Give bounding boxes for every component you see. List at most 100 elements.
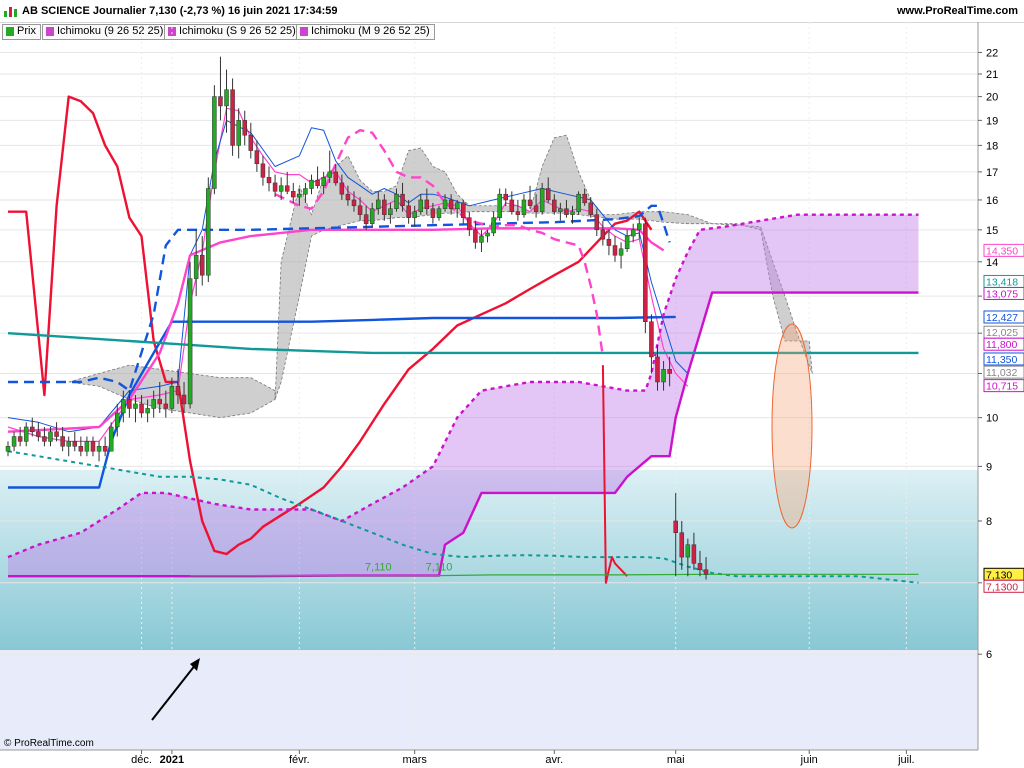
candle bbox=[272, 182, 278, 192]
candle bbox=[467, 217, 472, 231]
candle bbox=[643, 223, 648, 322]
x-tick-label: mai bbox=[667, 754, 685, 766]
copyright: © ProRealTime.com bbox=[4, 738, 94, 749]
y-tick-label: 19 bbox=[986, 115, 998, 127]
candle bbox=[297, 193, 302, 198]
price-label: 11,800 bbox=[986, 339, 1017, 351]
price-label: 14,350 bbox=[986, 245, 1018, 257]
annotation-ellipse[interactable] bbox=[771, 323, 813, 529]
candle bbox=[685, 544, 691, 558]
candle bbox=[11, 436, 17, 447]
candle bbox=[533, 205, 539, 212]
y-tick-label: 18 bbox=[986, 140, 998, 152]
candle bbox=[661, 369, 666, 383]
x-tick-label: juin bbox=[800, 754, 818, 766]
candle bbox=[491, 217, 496, 234]
candle bbox=[357, 205, 363, 215]
candle bbox=[509, 199, 515, 212]
y-tick-label: 14 bbox=[986, 257, 998, 269]
candle bbox=[309, 179, 314, 189]
chart-icon bbox=[4, 7, 17, 17]
candle bbox=[594, 214, 600, 231]
price-label: 7,1300 bbox=[986, 581, 1018, 593]
candle bbox=[394, 193, 399, 209]
lower-zone-background bbox=[0, 650, 978, 750]
candle bbox=[679, 532, 685, 558]
candle bbox=[139, 403, 144, 414]
y-tick-label: 21 bbox=[986, 69, 998, 81]
candle bbox=[175, 386, 181, 396]
price-label: 13,418 bbox=[986, 276, 1018, 288]
candle bbox=[163, 403, 169, 409]
candle bbox=[115, 412, 120, 428]
candle bbox=[703, 569, 709, 575]
candle bbox=[630, 229, 636, 237]
candle bbox=[448, 199, 454, 209]
candle bbox=[564, 208, 569, 215]
site-link[interactable]: www.ProRealTime.com bbox=[897, 5, 1018, 17]
y-tick-label: 16 bbox=[986, 195, 998, 207]
candle bbox=[5, 446, 11, 452]
candle bbox=[424, 199, 430, 209]
x-tick-label: déc. bbox=[131, 754, 152, 766]
candle bbox=[42, 436, 47, 442]
candle bbox=[691, 544, 697, 564]
candle bbox=[60, 436, 65, 447]
chart-header: AB SCIENCE Journalier 7,130 (-2,73 %) 16… bbox=[0, 0, 1024, 23]
x-tick-label: 2021 bbox=[160, 754, 184, 766]
candle bbox=[102, 446, 108, 452]
chart-title: AB SCIENCE Journalier 7,130 (-2,73 %) 16… bbox=[22, 5, 338, 17]
candle bbox=[582, 193, 587, 204]
candle bbox=[576, 193, 581, 212]
price-label: 7,130 bbox=[986, 569, 1012, 581]
candle bbox=[363, 214, 369, 224]
candle bbox=[321, 177, 326, 186]
candle bbox=[72, 441, 78, 447]
candle bbox=[327, 171, 332, 178]
candle bbox=[315, 179, 320, 186]
candle bbox=[612, 245, 618, 256]
candle bbox=[655, 356, 660, 383]
y-tick-label: 10 bbox=[986, 413, 998, 425]
candle bbox=[479, 235, 484, 243]
candle bbox=[369, 208, 375, 224]
candle bbox=[558, 208, 563, 212]
candle bbox=[637, 223, 642, 231]
candle bbox=[187, 278, 193, 405]
candle bbox=[206, 188, 211, 276]
candle bbox=[545, 188, 551, 201]
candle bbox=[624, 235, 630, 249]
price-label: 11,350 bbox=[986, 354, 1017, 366]
y-tick-label: 22 bbox=[986, 47, 998, 59]
candle bbox=[333, 171, 339, 184]
candle bbox=[121, 399, 126, 414]
candle bbox=[23, 426, 29, 442]
candle bbox=[667, 369, 672, 374]
x-tick-label: juil. bbox=[897, 754, 915, 766]
candle bbox=[382, 199, 387, 215]
candle bbox=[673, 520, 678, 533]
candle bbox=[430, 208, 436, 218]
candle bbox=[570, 211, 575, 215]
candle bbox=[254, 150, 260, 165]
candle bbox=[588, 202, 593, 215]
y-tick-label: 20 bbox=[986, 92, 998, 104]
candle bbox=[236, 120, 241, 146]
candle bbox=[485, 232, 490, 237]
candle bbox=[218, 96, 223, 107]
candle bbox=[303, 188, 308, 195]
annotation-label: 7,110 bbox=[365, 562, 392, 574]
price-label: 12,025 bbox=[986, 327, 1018, 339]
candle bbox=[406, 205, 411, 218]
price-chart[interactable]: 7,1107,110 67891011121314151617181920212… bbox=[0, 22, 1024, 768]
candle bbox=[351, 199, 357, 207]
candle bbox=[30, 426, 35, 432]
candle bbox=[260, 163, 266, 178]
candle bbox=[127, 399, 132, 409]
candle bbox=[418, 199, 424, 212]
candle bbox=[515, 211, 521, 215]
candle bbox=[442, 199, 448, 209]
candle bbox=[157, 399, 162, 405]
price-label: 11,032 bbox=[986, 367, 1017, 379]
candle bbox=[339, 182, 345, 195]
